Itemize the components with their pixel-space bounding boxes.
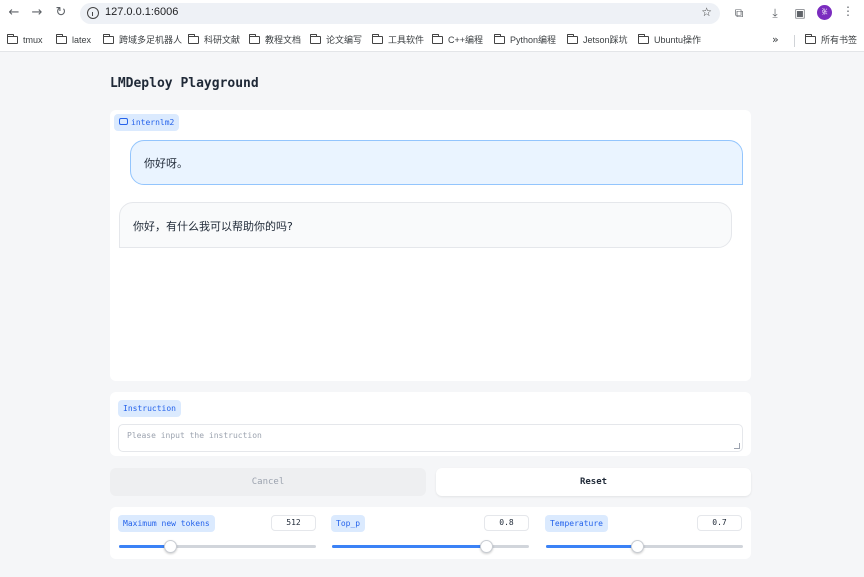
forward-arrow-icon[interactable]: → (29, 5, 45, 21)
folder-icon (494, 34, 505, 44)
folder-icon (432, 34, 443, 44)
bookmark-folder[interactable]: C++编程 (432, 33, 483, 47)
slider-thumb[interactable] (164, 540, 178, 553)
chat-bubble-icon (119, 118, 128, 125)
bookmark-folder[interactable]: latex (56, 33, 91, 47)
instruction-input[interactable]: Please input the instruction (118, 424, 743, 452)
bookmark-folder[interactable]: 科研文献 (188, 33, 240, 47)
max-new-tokens-slider-group: Maximum new tokens 512 (110, 507, 316, 559)
reload-icon[interactable]: ↻ (53, 5, 69, 21)
extensions-icon[interactable]: ⧉ (731, 5, 747, 21)
slider-label: Temperature (545, 515, 608, 532)
instruction-panel: Instruction Please input the instruction (110, 392, 751, 456)
address-bar[interactable]: 127.0.0.1:6006 ☆ (80, 3, 720, 24)
page-title: LMDeploy Playground (110, 76, 259, 91)
all-bookmarks-folder[interactable]: 所有书签 (805, 33, 857, 47)
folder-icon (249, 34, 260, 44)
chatbot-panel: internlm2 你好呀。 你好，有什么我可以帮助你的吗? (110, 110, 751, 381)
bookmark-folder[interactable]: Python编程 (494, 33, 556, 47)
bookmark-folder[interactable]: Ubuntu操作 (638, 33, 701, 47)
back-arrow-icon[interactable]: ← (6, 5, 22, 21)
bookmark-folder[interactable]: 论文编写 (310, 33, 362, 47)
bookmark-folder[interactable]: 工具软件 (372, 33, 424, 47)
more-bookmarks-icon[interactable]: » (772, 33, 779, 46)
folder-icon (188, 34, 199, 44)
cancel-button[interactable]: Cancel (110, 468, 426, 496)
bookmarks-divider (794, 35, 795, 47)
download-icon[interactable]: ⤓ (767, 5, 783, 21)
top-p-slider-group: Top_p 0.8 (323, 507, 529, 559)
folder-icon (310, 34, 321, 44)
max-new-tokens-slider[interactable] (119, 540, 316, 553)
temperature-number-input[interactable]: 0.7 (697, 515, 742, 531)
top-p-slider[interactable] (332, 540, 529, 553)
slider-fill (119, 545, 171, 548)
model-label: internlm2 (114, 114, 180, 131)
folder-icon (805, 34, 816, 44)
folder-icon (7, 34, 18, 44)
bookmark-folder[interactable]: 跨域多足机器人 (103, 33, 182, 47)
bookmark-folder[interactable]: Jetson踩坑 (567, 33, 628, 47)
user-message: 你好呀。 (130, 140, 743, 185)
browser-toolbar: ← → ↻ 127.0.0.1:6006 ☆ ⧉ ⤓ ▣ 张 ⋮ (0, 0, 864, 27)
bookmark-folder[interactable]: tmux (7, 33, 43, 47)
slider-thumb[interactable] (479, 540, 493, 553)
generation-settings-panel: Maximum new tokens 512 Top_p 0.8 Tempera… (110, 507, 751, 559)
temperature-slider-group: Temperature 0.7 (537, 507, 743, 559)
slider-label: Maximum new tokens (118, 515, 215, 532)
menu-kebab-icon[interactable]: ⋮ (842, 4, 854, 18)
url-text[interactable]: 127.0.0.1:6006 (105, 6, 178, 18)
resize-handle-icon[interactable] (734, 443, 740, 449)
reset-button[interactable]: Reset (436, 468, 751, 496)
temperature-slider[interactable] (546, 540, 743, 553)
bookmark-star-icon[interactable]: ☆ (701, 5, 712, 19)
slider-label: Top_p (331, 515, 366, 532)
bookmark-folder[interactable]: 教程文档 (249, 33, 301, 47)
instruction-label: Instruction (118, 400, 181, 417)
page-content: LMDeploy Playground internlm2 你好呀。 你好，有什… (0, 53, 864, 577)
assistant-message: 你好，有什么我可以帮助你的吗? (119, 202, 732, 248)
profile-avatar[interactable]: 张 (817, 5, 832, 20)
bookmarks-bar: tmux latex 跨域多足机器人 科研文献 教程文档 论文编写 工具软件 C… (0, 27, 864, 52)
site-info-icon[interactable] (87, 7, 99, 19)
folder-icon (567, 34, 578, 44)
folder-icon (103, 34, 114, 44)
folder-icon (372, 34, 383, 44)
folder-icon (56, 34, 67, 44)
folder-icon (638, 34, 649, 44)
slider-fill (332, 545, 486, 548)
top-p-number-input[interactable]: 0.8 (484, 515, 529, 531)
max-new-tokens-number-input[interactable]: 512 (271, 515, 316, 531)
side-panel-icon[interactable]: ▣ (792, 5, 808, 21)
slider-fill (546, 545, 637, 548)
slider-thumb[interactable] (630, 540, 644, 553)
